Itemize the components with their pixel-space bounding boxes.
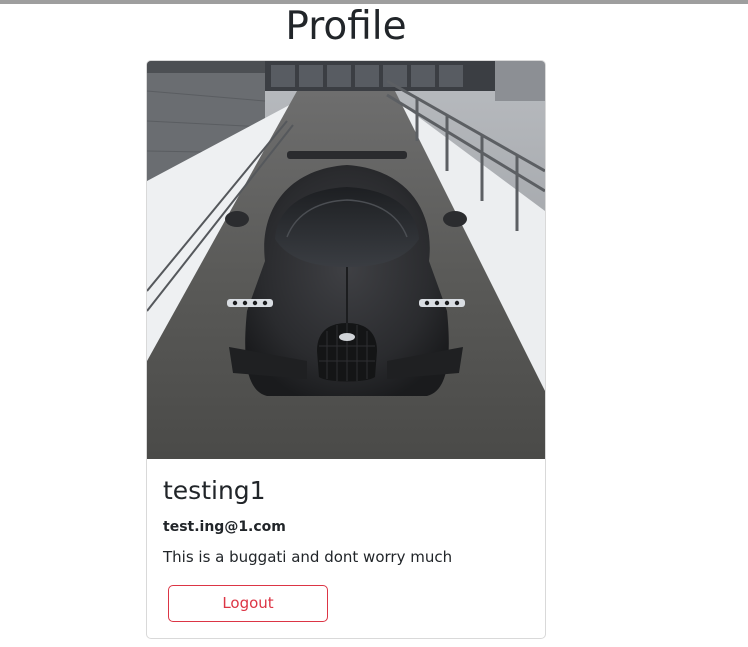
- profile-name: testing1: [163, 476, 266, 505]
- page-title: Profile: [285, 4, 407, 49]
- profile-car-image: [147, 61, 545, 459]
- profile-card: testing1 test.ing@1.com This is a buggat…: [146, 60, 546, 639]
- profile-email: test.ing@1.com: [163, 519, 286, 535]
- logout-button[interactable]: Logout: [168, 585, 328, 622]
- profile-bio: This is a buggati and dont worry much: [163, 548, 453, 566]
